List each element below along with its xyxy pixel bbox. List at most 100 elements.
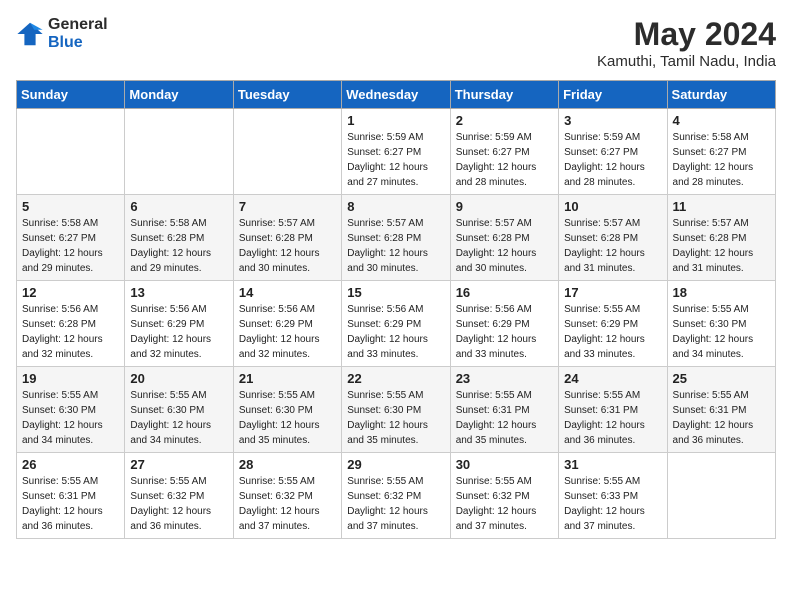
calendar-cell: 14 Sunrise: 5:56 AM Sunset: 6:29 PM Dayli… bbox=[233, 281, 341, 367]
day-number: 19 bbox=[22, 371, 119, 386]
calendar-cell: 29 Sunrise: 5:55 AM Sunset: 6:32 PM Dayli… bbox=[342, 453, 450, 539]
day-info: Sunrise: 5:55 AM Sunset: 6:30 PM Dayligh… bbox=[239, 388, 336, 448]
day-number: 5 bbox=[22, 199, 119, 214]
day-info: Sunrise: 5:55 AM Sunset: 6:32 PM Dayligh… bbox=[347, 474, 444, 534]
day-number: 10 bbox=[564, 199, 661, 214]
day-number: 11 bbox=[673, 199, 770, 214]
day-number: 13 bbox=[130, 285, 227, 300]
day-number: 18 bbox=[673, 285, 770, 300]
day-info: Sunrise: 5:55 AM Sunset: 6:29 PM Dayligh… bbox=[564, 302, 661, 362]
calendar-cell: 7Sunrise: 5:57 AM Sunset: 6:28 PM Daylig… bbox=[233, 195, 341, 281]
calendar-cell bbox=[667, 453, 775, 539]
day-number: 14 bbox=[239, 285, 336, 300]
day-info: Sunrise: 5:56 AM Sunset: 6:29 PM Dayligh… bbox=[239, 302, 336, 362]
calendar-cell: 17Sunrise: 5:55 AM Sunset: 6:29 PM Dayli… bbox=[559, 281, 667, 367]
day-info: Sunrise: 5:55 AM Sunset: 6:30 PM Dayligh… bbox=[347, 388, 444, 448]
calendar-cell bbox=[125, 109, 233, 195]
day-number: 16 bbox=[456, 285, 553, 300]
day-number: 7 bbox=[239, 199, 336, 214]
day-info: Sunrise: 5:57 AM Sunset: 6:28 PM Dayligh… bbox=[347, 216, 444, 276]
day-info: Sunrise: 5:55 AM Sunset: 6:33 PM Dayligh… bbox=[564, 474, 661, 534]
day-number: 2 bbox=[456, 113, 553, 128]
calendar-cell: 1Sunrise: 5:59 AM Sunset: 6:27 PM Daylig… bbox=[342, 109, 450, 195]
calendar-cell: 6Sunrise: 5:58 AM Sunset: 6:28 PM Daylig… bbox=[125, 195, 233, 281]
calendar-cell: 5 Sunrise: 5:58 AM Sunset: 6:27 PM Daylig… bbox=[17, 195, 125, 281]
weekday-header-tuesday: Tuesday bbox=[233, 81, 341, 109]
location-subtitle: Kamuthi, Tamil Nadu, India bbox=[597, 53, 776, 70]
day-number: 9 bbox=[456, 199, 553, 214]
day-info: Sunrise: 5:55 AM Sunset: 6:32 PM Dayligh… bbox=[239, 474, 336, 534]
calendar-cell: 25 Sunrise: 5:55 AM Sunset: 6:31 PM Dayli… bbox=[667, 367, 775, 453]
day-number: 21 bbox=[239, 371, 336, 386]
weekday-header-thursday: Thursday bbox=[450, 81, 558, 109]
day-number: 6 bbox=[130, 199, 227, 214]
calendar-cell: 3 Sunrise: 5:59 AM Sunset: 6:27 PM Daylig… bbox=[559, 109, 667, 195]
calendar-cell bbox=[233, 109, 341, 195]
weekday-header-sunday: Sunday bbox=[17, 81, 125, 109]
calendar-cell: 21 Sunrise: 5:55 AM Sunset: 6:30 PM Dayli… bbox=[233, 367, 341, 453]
calendar-cell: 10 Sunrise: 5:57 AM Sunset: 6:28 PM Dayli… bbox=[559, 195, 667, 281]
day-number: 25 bbox=[673, 371, 770, 386]
calendar-cell: 23Sunrise: 5:55 AM Sunset: 6:31 PM Dayli… bbox=[450, 367, 558, 453]
day-number: 30 bbox=[456, 457, 553, 472]
day-number: 1 bbox=[347, 113, 444, 128]
weekday-header-friday: Friday bbox=[559, 81, 667, 109]
day-info: Sunrise: 5:55 AM Sunset: 6:31 PM Dayligh… bbox=[22, 474, 119, 534]
day-info: Sunrise: 5:56 AM Sunset: 6:29 PM Dayligh… bbox=[347, 302, 444, 362]
day-info: Sunrise: 5:55 AM Sunset: 6:30 PM Dayligh… bbox=[673, 302, 770, 362]
calendar-cell: 24Sunrise: 5:55 AM Sunset: 6:31 PM Dayli… bbox=[559, 367, 667, 453]
day-number: 26 bbox=[22, 457, 119, 472]
day-info: Sunrise: 5:57 AM Sunset: 6:28 PM Dayligh… bbox=[673, 216, 770, 276]
calendar-cell bbox=[17, 109, 125, 195]
calendar-cell: 26 Sunrise: 5:55 AM Sunset: 6:31 PM Dayli… bbox=[17, 453, 125, 539]
day-number: 28 bbox=[239, 457, 336, 472]
day-number: 15 bbox=[347, 285, 444, 300]
day-info: Sunrise: 5:55 AM Sunset: 6:32 PM Dayligh… bbox=[456, 474, 553, 534]
day-info: Sunrise: 5:56 AM Sunset: 6:29 PM Dayligh… bbox=[130, 302, 227, 362]
day-info: Sunrise: 5:55 AM Sunset: 6:30 PM Dayligh… bbox=[130, 388, 227, 448]
day-number: 20 bbox=[130, 371, 227, 386]
day-info: Sunrise: 5:56 AM Sunset: 6:29 PM Dayligh… bbox=[456, 302, 553, 362]
weekday-header-saturday: Saturday bbox=[667, 81, 775, 109]
logo: General Blue bbox=[16, 16, 108, 52]
logo-icon bbox=[16, 20, 44, 48]
calendar-cell: 28 Sunrise: 5:55 AM Sunset: 6:32 PM Dayli… bbox=[233, 453, 341, 539]
calendar-cell: 8 Sunrise: 5:57 AM Sunset: 6:28 PM Daylig… bbox=[342, 195, 450, 281]
day-info: Sunrise: 5:55 AM Sunset: 6:30 PM Dayligh… bbox=[22, 388, 119, 448]
calendar-cell: 16 Sunrise: 5:56 AM Sunset: 6:29 PM Dayli… bbox=[450, 281, 558, 367]
day-number: 8 bbox=[347, 199, 444, 214]
calendar-cell: 20 Sunrise: 5:55 AM Sunset: 6:30 PM Dayli… bbox=[125, 367, 233, 453]
day-info: Sunrise: 5:55 AM Sunset: 6:31 PM Dayligh… bbox=[673, 388, 770, 448]
calendar-cell: 30 Sunrise: 5:55 AM Sunset: 6:32 PM Dayli… bbox=[450, 453, 558, 539]
calendar-cell: 2 Sunrise: 5:59 AM Sunset: 6:27 PM Daylig… bbox=[450, 109, 558, 195]
calendar-cell: 18 Sunrise: 5:55 AM Sunset: 6:30 PM Dayli… bbox=[667, 281, 775, 367]
weekday-header-monday: Monday bbox=[125, 81, 233, 109]
day-info: Sunrise: 5:55 AM Sunset: 6:32 PM Dayligh… bbox=[130, 474, 227, 534]
calendar-cell: 4 Sunrise: 5:58 AM Sunset: 6:27 PM Daylig… bbox=[667, 109, 775, 195]
calendar-cell: 9 Sunrise: 5:57 AM Sunset: 6:28 PM Daylig… bbox=[450, 195, 558, 281]
day-number: 12 bbox=[22, 285, 119, 300]
day-info: Sunrise: 5:55 AM Sunset: 6:31 PM Dayligh… bbox=[456, 388, 553, 448]
day-info: Sunrise: 5:57 AM Sunset: 6:28 PM Dayligh… bbox=[564, 216, 661, 276]
day-number: 3 bbox=[564, 113, 661, 128]
calendar-cell: 31 Sunrise: 5:55 AM Sunset: 6:33 PM Dayli… bbox=[559, 453, 667, 539]
day-number: 24 bbox=[564, 371, 661, 386]
day-info: Sunrise: 5:59 AM Sunset: 6:27 PM Dayligh… bbox=[564, 130, 661, 190]
calendar-cell: 19 Sunrise: 5:55 AM Sunset: 6:30 PM Dayli… bbox=[17, 367, 125, 453]
calendar-cell: 15 Sunrise: 5:56 AM Sunset: 6:29 PM Dayli… bbox=[342, 281, 450, 367]
title-block: May 2024 Kamuthi, Tamil Nadu, India bbox=[597, 16, 776, 70]
day-info: Sunrise: 5:56 AM Sunset: 6:28 PM Dayligh… bbox=[22, 302, 119, 362]
day-info: Sunrise: 5:59 AM Sunset: 6:27 PM Dayligh… bbox=[456, 130, 553, 190]
day-number: 27 bbox=[130, 457, 227, 472]
calendar-cell: 27 Sunrise: 5:55 AM Sunset: 6:32 PM Dayli… bbox=[125, 453, 233, 539]
day-number: 29 bbox=[347, 457, 444, 472]
calendar-cell: 11 Sunrise: 5:57 AM Sunset: 6:28 PM Dayli… bbox=[667, 195, 775, 281]
day-info: Sunrise: 5:58 AM Sunset: 6:27 PM Dayligh… bbox=[673, 130, 770, 190]
day-number: 31 bbox=[564, 457, 661, 472]
day-info: Sunrise: 5:58 AM Sunset: 6:27 PM Dayligh… bbox=[22, 216, 119, 276]
calendar-cell: 22Sunrise: 5:55 AM Sunset: 6:30 PM Dayli… bbox=[342, 367, 450, 453]
calendar-cell: 12 Sunrise: 5:56 AM Sunset: 6:28 PM Dayli… bbox=[17, 281, 125, 367]
calendar-cell: 13 Sunrise: 5:56 AM Sunset: 6:29 PM Dayli… bbox=[125, 281, 233, 367]
day-info: Sunrise: 5:57 AM Sunset: 6:28 PM Dayligh… bbox=[456, 216, 553, 276]
day-number: 4 bbox=[673, 113, 770, 128]
